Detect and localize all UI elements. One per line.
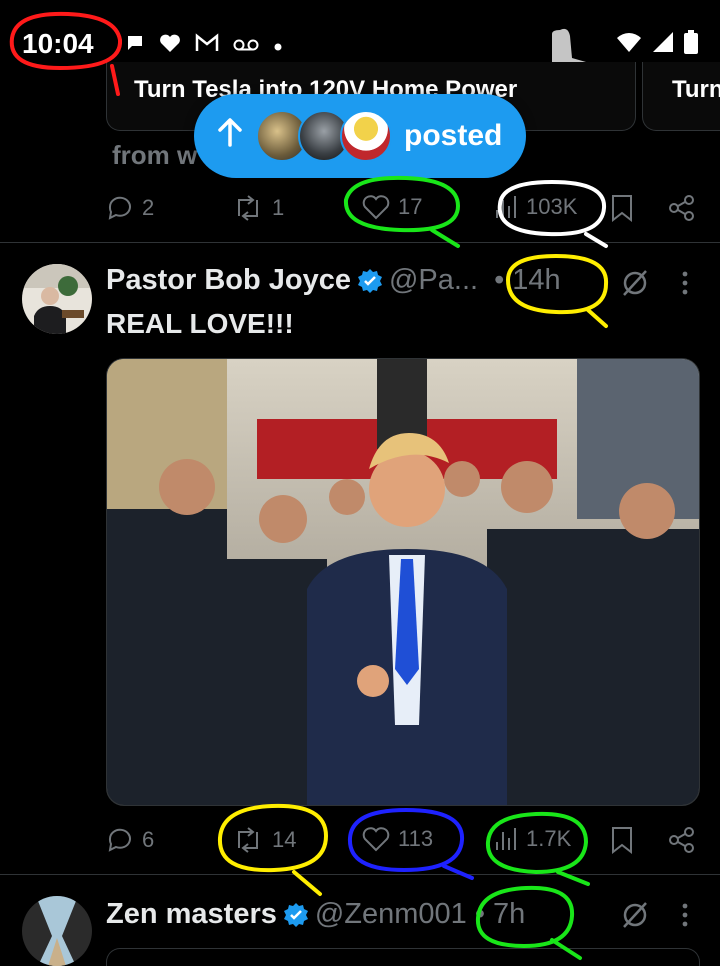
annotation-circle-views bbox=[485, 811, 590, 886]
annotation-circle-time-post bbox=[506, 253, 609, 328]
annotation-circle-time-next bbox=[475, 885, 582, 960]
annotation-circle-time bbox=[9, 11, 123, 96]
annotation-overlay bbox=[9, 11, 609, 960]
annotation-circle-views-prev bbox=[497, 179, 608, 248]
annotation-circle-reposts bbox=[217, 803, 329, 896]
annotation-circle-likes-prev bbox=[343, 175, 461, 248]
annotation-circle-likes bbox=[347, 807, 474, 880]
